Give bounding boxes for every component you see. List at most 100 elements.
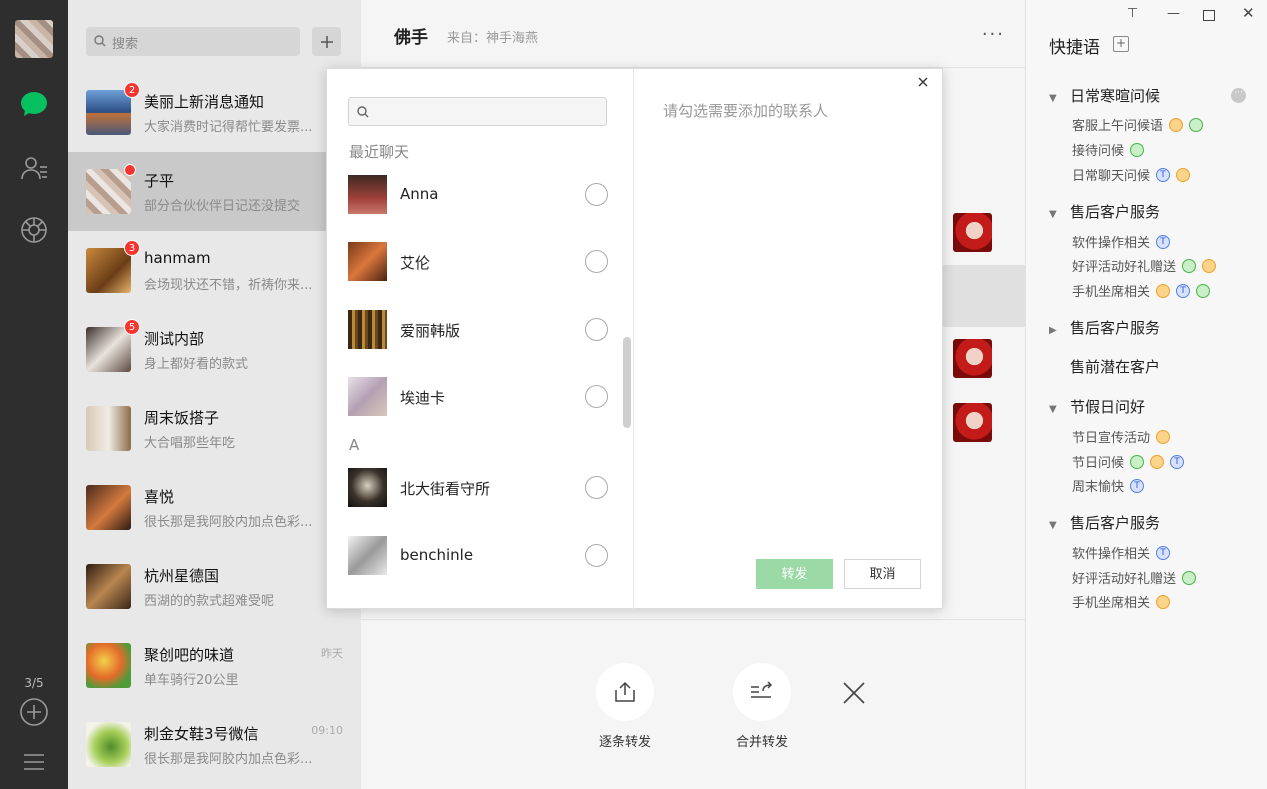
- maximize-icon[interactable]: [1203, 10, 1215, 21]
- phrase-item[interactable]: 节日问候 T: [1072, 452, 1185, 471]
- close-icon[interactable]: [915, 74, 931, 90]
- section-letter: A: [349, 436, 360, 454]
- user-avatar[interactable]: [15, 20, 53, 58]
- chat-title: 佛手: [394, 28, 428, 48]
- forward-contact-dialog: 最近聊天 Anna 艾伦 爱丽韩版 埃迪卡 A 北大街看守所 benchinle…: [326, 68, 943, 610]
- chat-row[interactable]: 聚创吧的味道 单车骑行20公里 昨天: [68, 626, 361, 705]
- moments-icon[interactable]: [18, 214, 50, 246]
- forward-one-by-one-button[interactable]: 逐条转发: [595, 663, 655, 750]
- pin-icon[interactable]: ⊤: [1127, 6, 1138, 21]
- quick-phrases-panel: ⊤ — ✕ 快捷语 + ▼ 日常寒暄问候 ··· 客服上午问候语 接待问候 日常聊…: [1025, 0, 1267, 789]
- search-icon: [357, 106, 369, 118]
- chat-row[interactable]: 喜悦 很长那是我阿胶内加点色彩... 0: [68, 468, 361, 547]
- forward-one-by-one-label: 逐条转发: [598, 735, 651, 750]
- phrase-item[interactable]: 客服上午问候语: [1072, 115, 1204, 134]
- contact-avatar: [348, 468, 387, 507]
- contact-name: 爱丽韩版: [400, 322, 461, 340]
- phrase-item[interactable]: 软件操作相关 T: [1072, 543, 1171, 562]
- chat-avatar: [86, 327, 131, 372]
- contact-name: 埃迪卡: [400, 389, 446, 407]
- unread-badge: 3: [124, 240, 140, 256]
- chat-row[interactable]: 杭州星德国 西湖的的款式超难受呢 8: [68, 547, 361, 626]
- select-radio[interactable]: [585, 183, 608, 206]
- contact-search-input[interactable]: [348, 97, 607, 126]
- chat-preview: 西湖的的款式超难受呢: [144, 594, 275, 609]
- group-more-icon[interactable]: ···: [1231, 88, 1246, 103]
- minimize-icon[interactable]: —: [1167, 6, 1180, 21]
- contact-name: benchinle: [400, 546, 474, 564]
- select-radio[interactable]: [585, 318, 608, 341]
- phrase-item[interactable]: 手机坐席相关: [1072, 592, 1171, 611]
- phrase-group[interactable]: ▶ 售后客户服务: [1049, 317, 1160, 338]
- contact-row[interactable]: Anna: [348, 175, 610, 215]
- chat-name: 喜悦: [144, 488, 175, 506]
- contact-row[interactable]: 艾伦: [348, 242, 610, 282]
- selection-hint: 请勾选需要添加的联系人: [663, 102, 829, 120]
- phrase-item[interactable]: 手机坐席相关 T: [1072, 281, 1211, 300]
- chat-preview: 很长那是我阿胶内加点色彩...: [144, 752, 313, 767]
- sender-avatar: [953, 339, 992, 378]
- chat-row[interactable]: 刺金女鞋3号微信 很长那是我阿胶内加点色彩... 09:10: [68, 705, 361, 784]
- phrase-item[interactable]: 接待问候: [1072, 140, 1145, 159]
- sender-avatar: [953, 213, 992, 252]
- phrase-group[interactable]: ▼ 售后客户服务: [1049, 512, 1160, 533]
- chat-name: hanmam: [144, 249, 211, 267]
- contact-row[interactable]: 北大街看守所: [348, 468, 610, 508]
- forward-action-bar: 逐条转发 合并转发: [361, 619, 1025, 789]
- contact-name: 艾伦: [400, 254, 431, 272]
- contact-row[interactable]: 爱丽韩版: [348, 310, 610, 350]
- forward-button[interactable]: 转发: [756, 559, 833, 589]
- close-icon[interactable]: [841, 680, 867, 706]
- chat-row[interactable]: 3 hanmam 会场现状还不错，祈祷你来... 10: [68, 231, 361, 310]
- phrase-group[interactable]: 售前潜在客户: [1049, 356, 1160, 377]
- select-radio[interactable]: [585, 544, 608, 567]
- chat-name: 刺金女鞋3号微信: [144, 725, 259, 743]
- chat-row[interactable]: 子平 部分合伙伙伴日记还没提交 1: [68, 152, 361, 231]
- contact-row[interactable]: benchinle: [348, 536, 610, 576]
- close-window-icon[interactable]: ✕: [1242, 4, 1255, 22]
- phrase-item[interactable]: 日常聊天问候 T: [1072, 165, 1191, 184]
- select-radio[interactable]: [585, 385, 608, 408]
- selected-message-highlight: [941, 265, 1025, 327]
- phrase-group[interactable]: ▼ 售后客户服务: [1049, 201, 1160, 222]
- unread-badge: 2: [124, 82, 140, 98]
- chat-preview: 大家消费时记得帮忙要发票...: [144, 120, 313, 135]
- chat-icon[interactable]: [18, 88, 50, 120]
- chat-avatar: [86, 485, 131, 530]
- phrase-group[interactable]: ▼ 节假日问好: [1049, 396, 1145, 417]
- phrase-item[interactable]: 好评活动好礼赠送: [1072, 256, 1217, 275]
- contacts-icon[interactable]: [18, 152, 50, 184]
- phrase-group[interactable]: ▼ 日常寒暄问候: [1049, 85, 1160, 106]
- search-input[interactable]: 搜索: [86, 27, 300, 56]
- contact-avatar: [348, 242, 387, 281]
- chat-preview: 很长那是我阿胶内加点色彩...: [144, 515, 313, 530]
- contact-name: 北大街看守所: [400, 480, 491, 498]
- nav-rail: 3/5: [0, 0, 68, 789]
- page-indicator: 3/5: [24, 676, 44, 690]
- chat-name: 测试内部: [144, 330, 205, 348]
- add-phrase-button[interactable]: +: [1113, 36, 1129, 52]
- select-radio[interactable]: [585, 250, 608, 273]
- chat-row[interactable]: 2 美丽上新消息通知 大家消费时记得帮忙要发票... 1: [68, 73, 361, 152]
- chat-avatar: [86, 722, 131, 767]
- more-options-button[interactable]: ···: [982, 24, 1005, 45]
- chat-avatar: [86, 169, 131, 214]
- phrase-item[interactable]: 好评活动好礼赠送: [1072, 568, 1197, 587]
- chat-row[interactable]: 5 测试内部 身上都好看的款式 10: [68, 310, 361, 389]
- scrollbar-thumb[interactable]: [623, 337, 631, 428]
- menu-icon[interactable]: [18, 746, 50, 778]
- phrase-item[interactable]: 周末愉快 T: [1072, 476, 1145, 495]
- chat-avatar: [86, 406, 131, 451]
- contact-avatar: [348, 377, 387, 416]
- cancel-button[interactable]: 取消: [844, 559, 921, 589]
- chat-avatar: [86, 248, 131, 293]
- add-icon[interactable]: [18, 696, 50, 728]
- chat-row[interactable]: 周末饭搭子 大合唱那些年吃 09: [68, 389, 361, 468]
- phrase-item[interactable]: 节日宣传活动: [1072, 427, 1171, 446]
- contact-row[interactable]: 埃迪卡: [348, 377, 610, 417]
- add-chat-button[interactable]: [312, 27, 341, 56]
- merge-forward-button[interactable]: 合并转发: [732, 663, 792, 750]
- merge-forward-icon: [751, 681, 773, 698]
- select-radio[interactable]: [585, 476, 608, 499]
- phrase-item[interactable]: 软件操作相关 T: [1072, 232, 1171, 251]
